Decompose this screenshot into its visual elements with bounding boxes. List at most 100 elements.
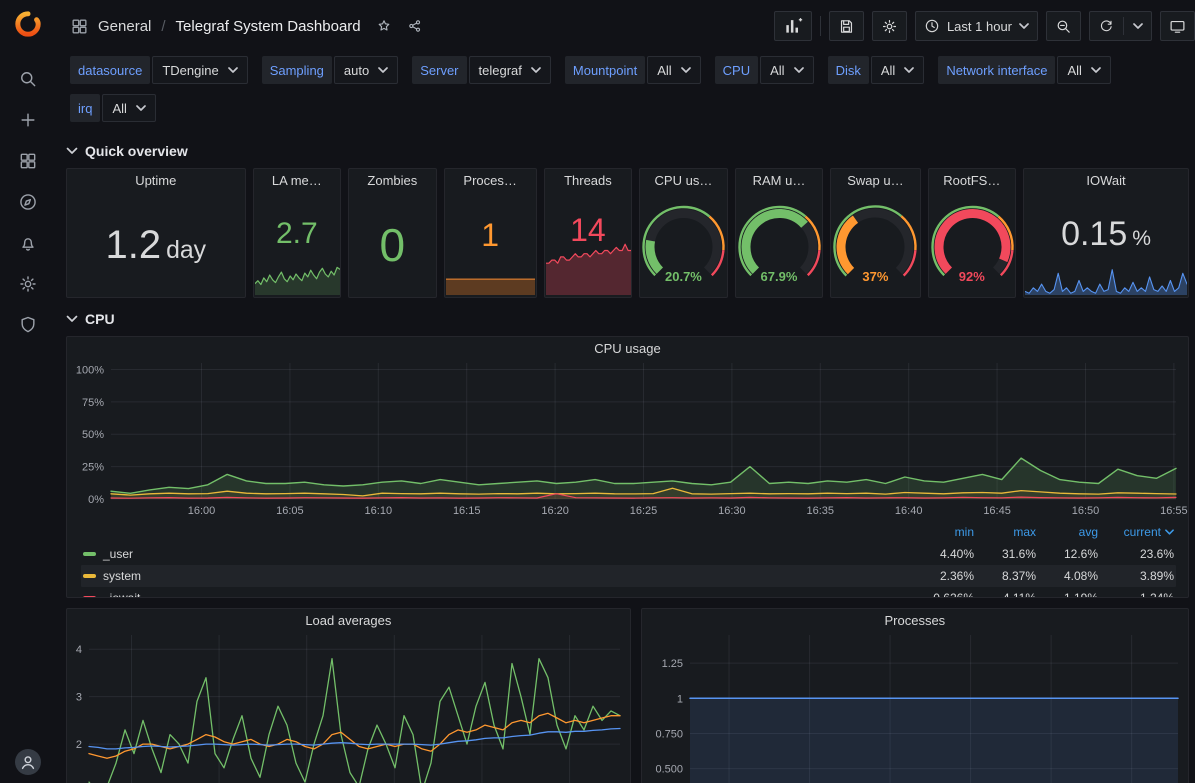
variable-select[interactable]: telegraf bbox=[469, 56, 551, 84]
panel-load-average: LA me… 2.7 bbox=[253, 168, 342, 298]
bottom-panels-row: Load averages 0123416:0016:1016:2016:301… bbox=[66, 608, 1189, 783]
variable-label: datasource bbox=[70, 56, 150, 84]
legend-col-max[interactable]: max bbox=[974, 525, 1036, 539]
breadcrumb-separator: / bbox=[161, 18, 165, 35]
variable-select[interactable]: auto bbox=[334, 56, 398, 84]
variable-value: All bbox=[112, 101, 126, 116]
series-toggle[interactable]: _user bbox=[83, 547, 912, 561]
configuration-gear-icon[interactable] bbox=[11, 272, 45, 296]
series-max: 31.6% bbox=[974, 547, 1036, 561]
refresh-button[interactable] bbox=[1089, 11, 1152, 41]
chevron-down-icon bbox=[66, 315, 78, 323]
dashboard-title[interactable]: Telegraf System Dashboard bbox=[176, 18, 361, 35]
cpu-usage-chart[interactable]: 0%25%50%75%100%16:0016:0516:1016:1516:20… bbox=[67, 361, 1188, 519]
sort-caret-icon bbox=[1165, 529, 1174, 535]
section-cpu[interactable]: CPU bbox=[66, 306, 1189, 332]
security-shield-icon[interactable] bbox=[11, 313, 45, 337]
kiosk-tv-button[interactable] bbox=[1160, 11, 1195, 41]
legend-header: min max avg current bbox=[81, 521, 1176, 543]
chevron-down-icon bbox=[378, 67, 388, 73]
panel-title[interactable]: CPU us… bbox=[640, 169, 727, 193]
variable-select[interactable]: TDengine bbox=[152, 56, 247, 84]
section-title: Quick overview bbox=[85, 143, 188, 159]
svg-text:16:05: 16:05 bbox=[276, 505, 304, 517]
series-min: 4.40% bbox=[912, 547, 974, 561]
dashboards-icon[interactable] bbox=[11, 149, 45, 173]
alerting-bell-icon[interactable] bbox=[11, 231, 45, 255]
panel-title[interactable]: Load averages bbox=[67, 609, 630, 633]
variable-server: Server telegraf bbox=[412, 56, 551, 84]
save-dashboard-button[interactable] bbox=[829, 11, 864, 41]
variable-label: CPU bbox=[715, 56, 758, 84]
search-icon[interactable] bbox=[11, 67, 45, 91]
gear-icon bbox=[881, 18, 898, 35]
panel-title[interactable]: RootFS… bbox=[929, 169, 1016, 193]
dashboard-settings-button[interactable] bbox=[872, 11, 907, 41]
add-panel-icon bbox=[783, 16, 803, 36]
share-icon[interactable] bbox=[407, 18, 423, 34]
legend-col-min[interactable]: min bbox=[912, 525, 974, 539]
dashboard-grid-icon[interactable] bbox=[70, 17, 89, 36]
svg-text:0.750: 0.750 bbox=[655, 728, 683, 740]
legend-row: _iowait 0.626% 4.11% 1.19% 1.24% bbox=[81, 587, 1176, 598]
variable-label: irq bbox=[70, 94, 100, 122]
variable-mountpoint: Mountpoint All bbox=[565, 56, 701, 84]
sidebar bbox=[0, 0, 56, 783]
panel-title[interactable]: CPU usage bbox=[67, 337, 1188, 361]
variable-select[interactable]: All bbox=[102, 94, 155, 122]
section-quick-overview[interactable]: Quick overview bbox=[66, 138, 1189, 164]
panel-title[interactable]: LA me… bbox=[254, 169, 341, 193]
breadcrumb-folder[interactable]: General bbox=[98, 18, 151, 35]
variable-label: Server bbox=[412, 56, 466, 84]
series-current: 3.89% bbox=[1098, 569, 1174, 583]
top-navbar: General / Telegraf System Dashboard bbox=[56, 0, 1195, 52]
save-icon bbox=[838, 18, 855, 35]
explore-compass-icon[interactable] bbox=[11, 190, 45, 214]
panel-iowait: IOWait 0.15% bbox=[1023, 168, 1189, 298]
legend-col-avg[interactable]: avg bbox=[1036, 525, 1098, 539]
series-color-swatch bbox=[83, 552, 96, 556]
variable-datasource: datasource TDengine bbox=[70, 56, 248, 84]
panel-title[interactable]: Processes bbox=[642, 609, 1188, 633]
panel-title[interactable]: Threads bbox=[545, 169, 632, 193]
panel-title[interactable]: IOWait bbox=[1024, 169, 1188, 193]
gauge-value: 92% bbox=[929, 269, 1016, 284]
series-max: 8.37% bbox=[974, 569, 1036, 583]
refresh-icon bbox=[1098, 18, 1114, 34]
series-color-swatch bbox=[83, 574, 96, 578]
legend-col-current[interactable]: current bbox=[1098, 525, 1174, 539]
load-averages-chart[interactable]: 0123416:0016:1016:2016:3016:4016:50 bbox=[67, 633, 630, 783]
load-average-sparkline bbox=[255, 253, 340, 297]
variable-select[interactable]: All bbox=[647, 56, 700, 84]
time-range-picker[interactable]: Last 1 hour bbox=[915, 11, 1038, 41]
series-color-swatch bbox=[83, 596, 96, 598]
variable-label: Disk bbox=[828, 56, 869, 84]
variable-label: Mountpoint bbox=[565, 56, 645, 84]
variable-select[interactable]: All bbox=[1057, 56, 1110, 84]
variable-select[interactable]: All bbox=[871, 56, 924, 84]
panel-title[interactable]: RAM u… bbox=[736, 169, 823, 193]
star-icon[interactable] bbox=[376, 18, 392, 34]
panel-title[interactable]: Uptime bbox=[67, 169, 245, 193]
grafana-logo-icon[interactable] bbox=[11, 12, 45, 36]
user-avatar[interactable] bbox=[15, 749, 41, 775]
add-panel-button[interactable] bbox=[774, 11, 812, 41]
series-toggle[interactable]: _iowait bbox=[83, 591, 912, 598]
processes-chart[interactable]: 0.2500.5000.75011.25 bbox=[642, 633, 1188, 783]
button-separator bbox=[1123, 17, 1124, 35]
zoom-out-button[interactable] bbox=[1046, 11, 1081, 41]
panel-swap-gauge: Swap u… 37% bbox=[830, 168, 920, 298]
variable-select[interactable]: All bbox=[760, 56, 813, 84]
series-name: _iowait bbox=[103, 591, 140, 598]
variable-label: Sampling bbox=[262, 56, 332, 84]
panel-zombies: Zombies 0 bbox=[348, 168, 437, 298]
series-toggle[interactable]: system bbox=[83, 569, 912, 583]
create-plus-icon[interactable] bbox=[11, 108, 45, 132]
gauge-value: 37% bbox=[831, 269, 919, 284]
series-name: system bbox=[103, 569, 141, 583]
panel-title[interactable]: Proces… bbox=[445, 169, 536, 193]
panel-title[interactable]: Zombies bbox=[349, 169, 436, 193]
stat-panels-row: Uptime 1.2day LA me… 2.7 Zombies 0 bbox=[66, 168, 1189, 298]
panel-title[interactable]: Swap u… bbox=[831, 169, 919, 193]
variable-label: Network interface bbox=[938, 56, 1055, 84]
